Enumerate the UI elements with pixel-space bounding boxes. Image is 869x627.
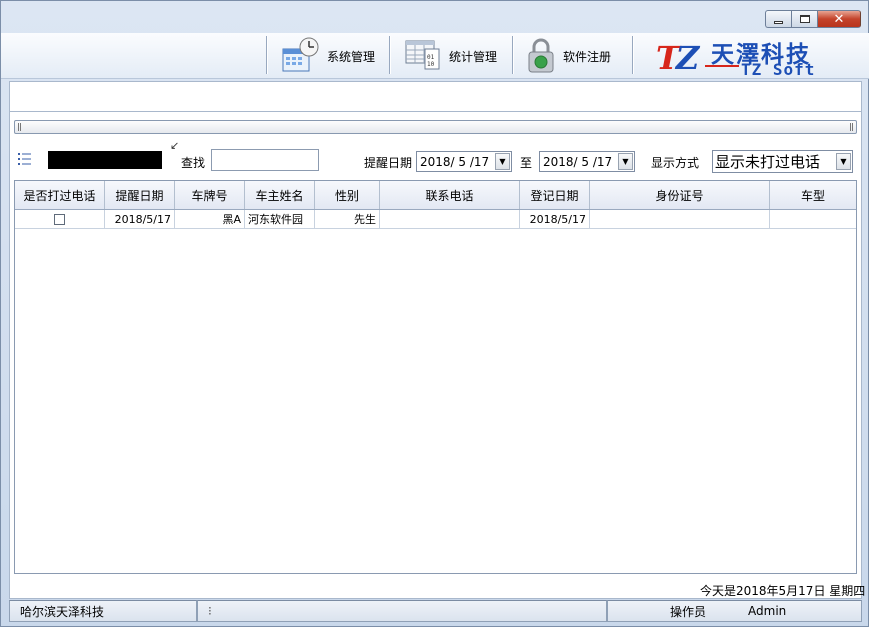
column-header-id-number[interactable]: 身份证号 — [590, 181, 770, 209]
display-mode-value: 显示未打过电话 — [715, 153, 821, 171]
owner-cell: 河东软件园 — [245, 210, 315, 228]
svg-text:10: 10 — [427, 61, 435, 68]
system-management-button[interactable]: 系统管理 — [281, 35, 375, 77]
table-row[interactable]: 2018/5/17 黑A 河东软件园 先生 2018/5/17 — [15, 210, 856, 229]
display-mode-label: 显示方式 — [651, 156, 700, 170]
chevron-down-icon[interactable]: ▼ — [495, 153, 510, 170]
column-header-called[interactable]: 是否打过电话 — [15, 181, 105, 209]
spreadsheet-icon: 01 10 — [405, 40, 440, 70]
svg-text:01: 01 — [427, 54, 435, 61]
company-logo: TZ 天澤科技 TZ Soft — [653, 35, 858, 79]
software-registration-button[interactable]: 软件注册 — [525, 35, 611, 77]
calendar-clock-icon — [282, 37, 319, 72]
date-from-value: 2018/ 5 /17 — [420, 154, 490, 169]
phone-cell — [380, 210, 520, 228]
to-label: 至 — [520, 156, 533, 170]
called-checkbox[interactable] — [54, 213, 65, 225]
scroll-grip-right — [850, 123, 853, 131]
empty-strip — [10, 82, 861, 112]
minimize-icon — [774, 20, 783, 24]
called-cell — [15, 210, 105, 228]
gender-cell: 先生 — [315, 210, 380, 228]
date-from-picker[interactable]: 2018/ 5 /17 ▼ — [416, 151, 512, 172]
padlock-icon — [528, 38, 554, 73]
main-content: ↙ 查找 提醒日期 2018/ 5 /17 ▼ 至 2018/ 5 /17 ▼ … — [9, 81, 866, 599]
logo-mark: TZ — [656, 39, 699, 77]
minimize-button[interactable] — [765, 10, 791, 28]
scroll-grip-left — [18, 123, 21, 131]
car-type-cell — [770, 210, 856, 228]
register-date-cell: 2018/5/17 — [520, 210, 590, 228]
horizontal-scrollbar[interactable] — [14, 120, 857, 134]
operator-label: 操作员 — [670, 604, 707, 619]
column-header-plate[interactable]: 车牌号 — [175, 181, 245, 209]
toolbar-item-label: 系统管理 — [327, 49, 376, 64]
records-table: 是否打过电话 提醒日期 车牌号 车主姓名 性别 联系电话 登记日期 身份证号 车… — [14, 180, 857, 574]
statistics-management-button[interactable]: 01 10 统计管理 — [403, 35, 497, 77]
display-mode-select[interactable]: 显示未打过电话 ▼ — [712, 150, 853, 173]
remind-date-label: 提醒日期 — [364, 156, 413, 170]
column-header-owner[interactable]: 车主姓名 — [245, 181, 315, 209]
column-header-register-date[interactable]: 登记日期 — [520, 181, 590, 209]
status-operator: 操作员 Admin — [607, 600, 862, 622]
id-number-cell — [590, 210, 770, 228]
window-controls: ✕ — [765, 10, 861, 28]
column-header-phone[interactable]: 联系电话 — [380, 181, 520, 209]
toolbar-separator — [512, 36, 513, 74]
status-middle: ⁝ — [197, 600, 607, 622]
status-bar: 哈尔滨天泽科技 ⁝ 操作员 Admin — [9, 600, 862, 622]
table-header: 是否打过电话 提醒日期 车牌号 车主姓名 性别 联系电话 登记日期 身份证号 车… — [15, 181, 856, 210]
column-header-car-type[interactable]: 车型 — [770, 181, 856, 209]
date-to-value: 2018/ 5 /17 — [543, 154, 613, 169]
operator-name: Admin — [748, 604, 787, 618]
chevron-down-icon[interactable]: ▼ — [836, 153, 851, 170]
toolbar-separator — [266, 36, 267, 74]
filter-bar: 查找 提醒日期 2018/ 5 /17 ▼ 至 2018/ 5 /17 ▼ 显示… — [10, 146, 861, 174]
maximize-button[interactable] — [791, 10, 817, 28]
title-bar[interactable]: ✕ — [1, 1, 869, 33]
logo-name-en: TZ Soft — [741, 60, 816, 79]
numbered-list-icon[interactable] — [18, 152, 32, 166]
column-header-gender[interactable]: 性别 — [315, 181, 380, 209]
status-grip-icon: ⁝ — [208, 604, 212, 618]
search-label: 查找 — [181, 156, 206, 170]
close-button[interactable]: ✕ — [817, 10, 861, 28]
date-to-picker[interactable]: 2018/ 5 /17 ▼ — [539, 151, 635, 172]
search-input[interactable] — [211, 149, 319, 171]
chevron-down-icon[interactable]: ▼ — [618, 153, 633, 170]
today-date-text: 今天是2018年5月17日 星期四 — [700, 584, 866, 598]
app-window: ✕ 系统管理 01 10 统计管理 软件注册 TZ 天澤科技 TZ Soft ↙… — [0, 0, 869, 627]
column-header-remind-date[interactable]: 提醒日期 — [105, 181, 175, 209]
toolbar-item-label: 软件注册 — [563, 49, 612, 64]
main-toolbar: 系统管理 01 10 统计管理 软件注册 TZ 天澤科技 TZ Soft — [1, 33, 869, 79]
toolbar-separator — [389, 36, 390, 74]
remind-date-cell: 2018/5/17 — [105, 210, 175, 228]
maximize-icon — [799, 15, 810, 23]
status-company: 哈尔滨天泽科技 — [9, 600, 197, 622]
redacted-box — [48, 151, 162, 169]
toolbar-separator — [632, 36, 633, 74]
plate-cell: 黑A — [175, 210, 245, 228]
toolbar-item-label: 统计管理 — [449, 49, 498, 64]
